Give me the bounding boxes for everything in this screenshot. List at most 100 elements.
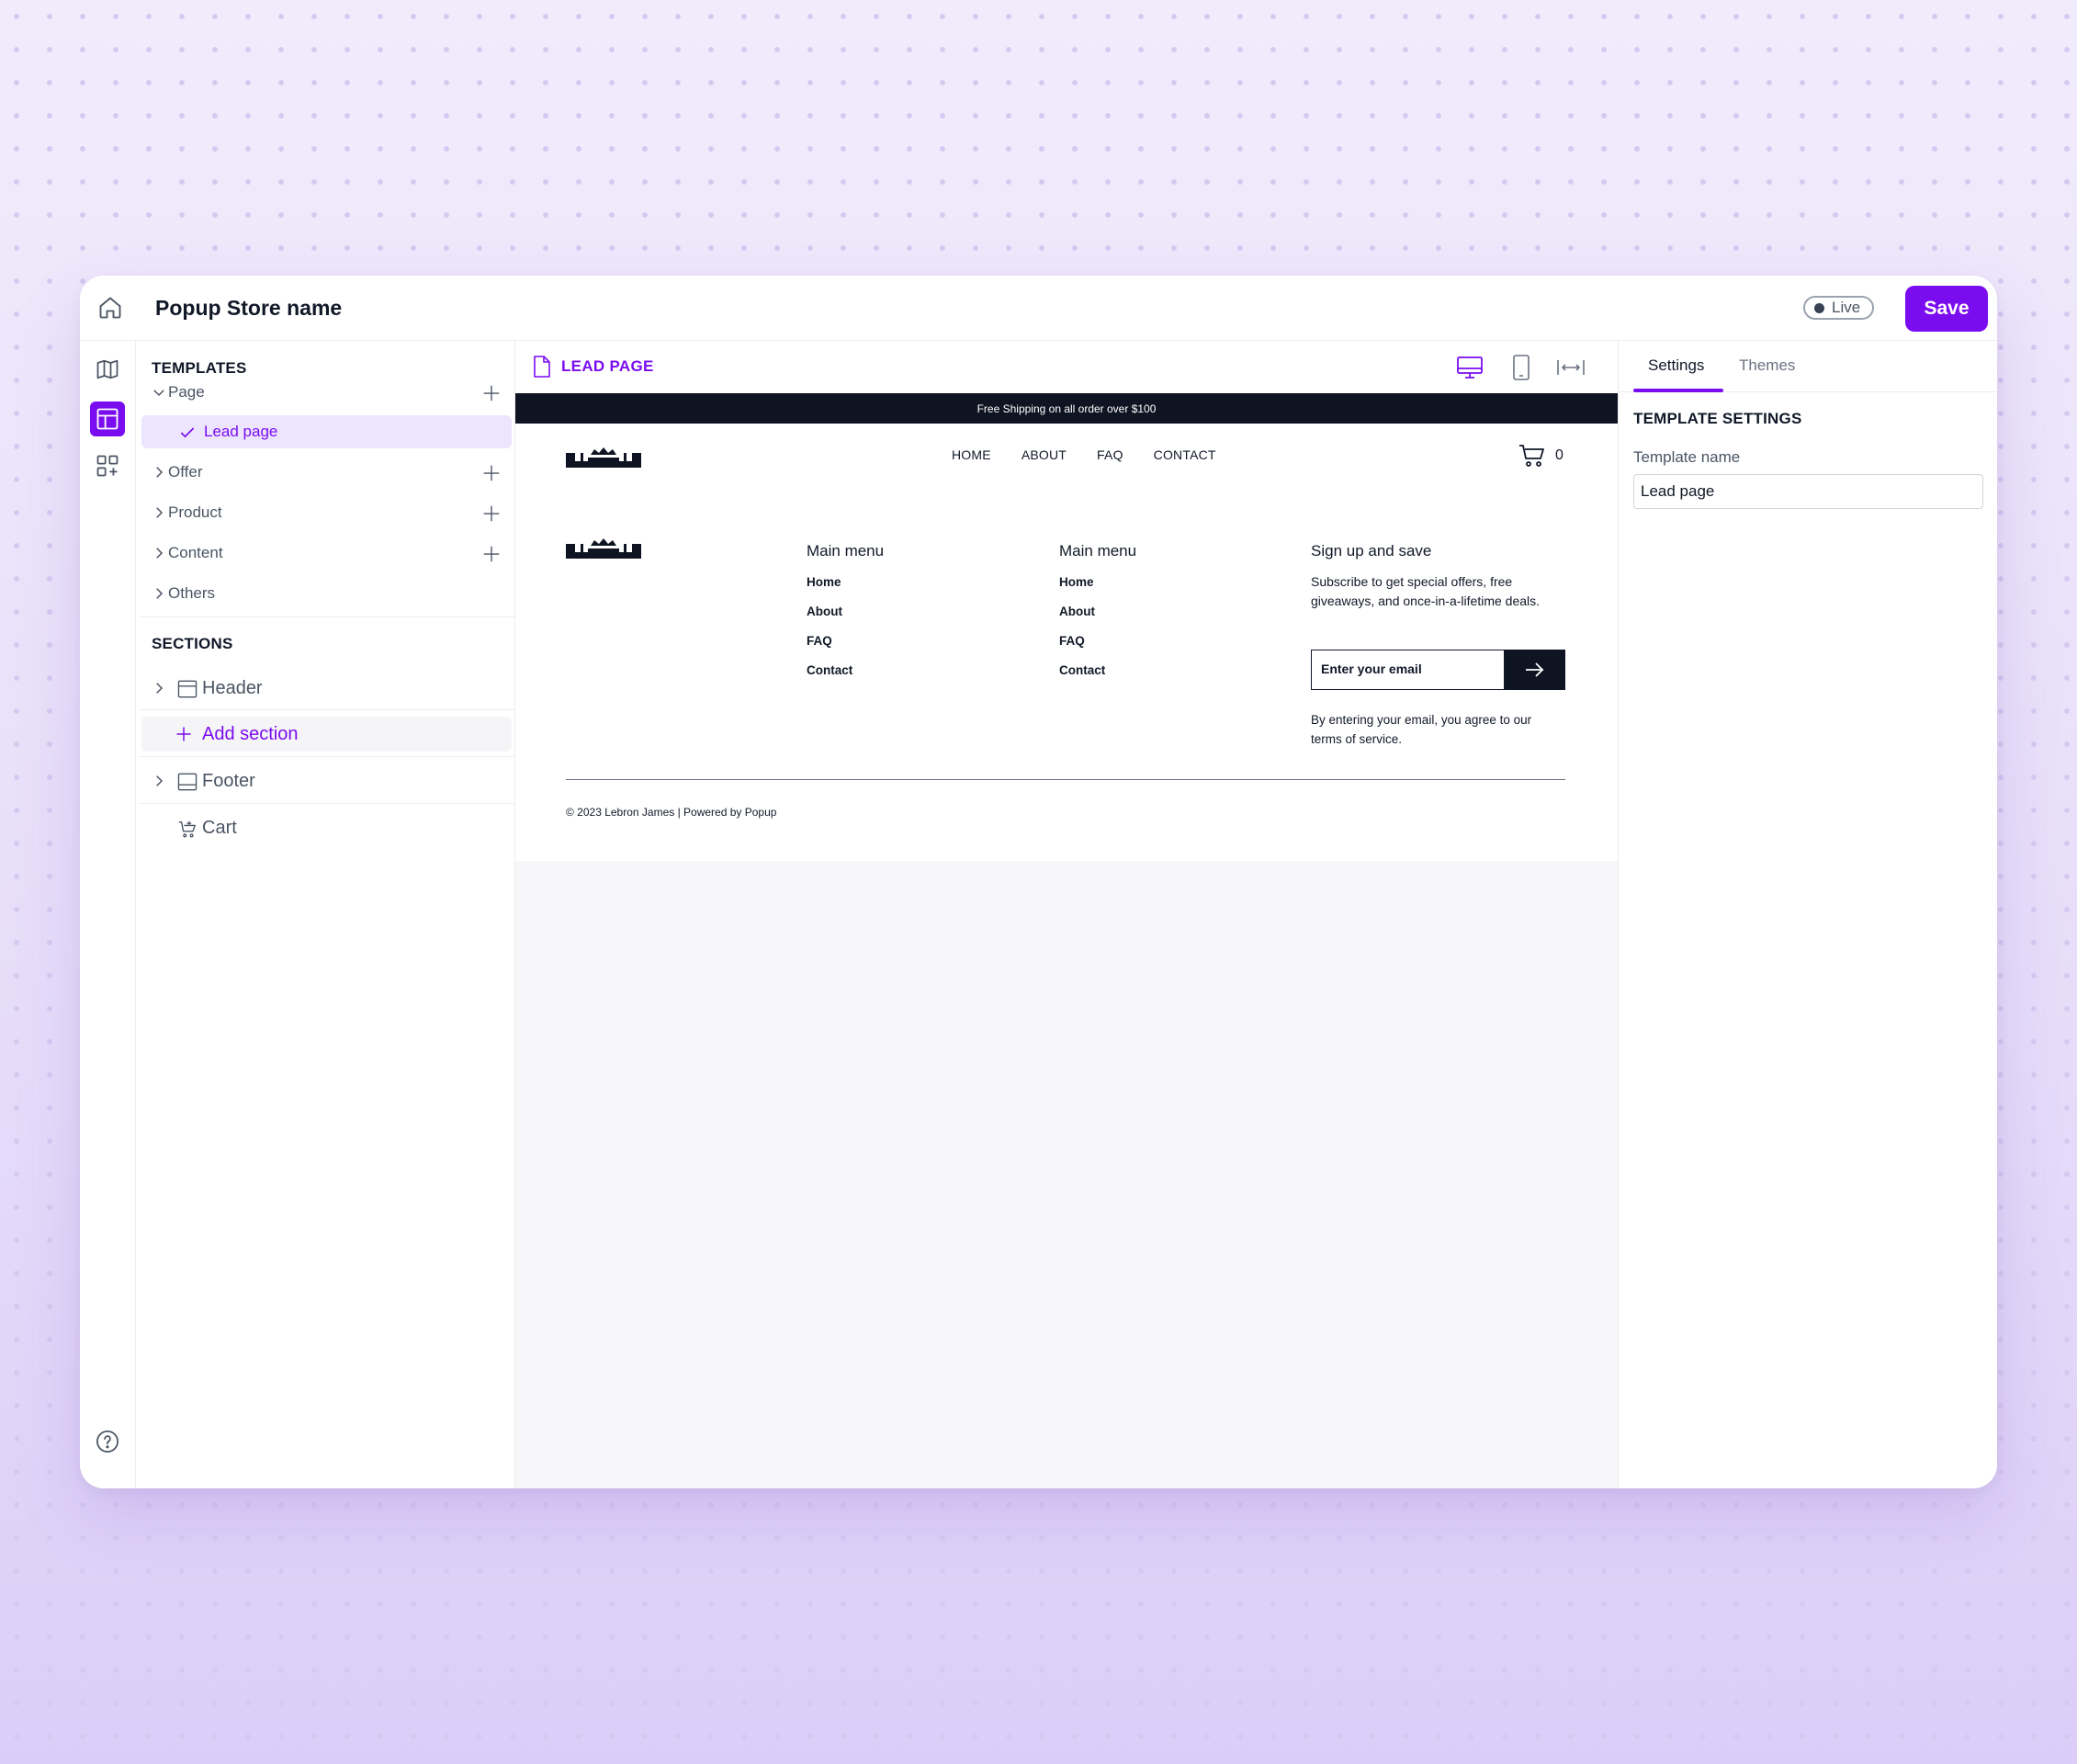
footer-link-contact[interactable]: Contact: [1059, 663, 1105, 677]
template-item-lead-page[interactable]: Lead page: [141, 415, 512, 448]
brand-logo[interactable]: [566, 447, 641, 469]
structure-panel: TEMPLATES Page Lead page Offer Product C…: [136, 341, 515, 1488]
nav-link-home[interactable]: HOME: [952, 447, 991, 462]
section-item-label: Footer: [202, 770, 255, 791]
section-divider: [140, 709, 514, 710]
map-icon: [96, 359, 119, 379]
active-tab-indicator: [1633, 389, 1723, 392]
templates-heading: TEMPLATES: [152, 359, 247, 377]
page-preview: Free Shipping on all order over $100 HOM…: [515, 393, 1618, 861]
layout-icon: [96, 408, 119, 430]
add-section-label: Add section: [202, 723, 299, 744]
plus-icon[interactable]: [481, 503, 502, 524]
plus-icon[interactable]: [481, 544, 502, 564]
rail-map-button[interactable]: [90, 352, 125, 387]
chevron-right-icon[interactable]: [151, 464, 167, 481]
help-icon: [96, 1430, 119, 1453]
nav-link-contact[interactable]: CONTACT: [1154, 447, 1216, 462]
copyright-text: © 2023 Lebron James | Powered by Popup: [566, 806, 777, 819]
panel-divider: [140, 616, 514, 617]
template-item-label: Lead page: [204, 423, 278, 440]
home-icon: [99, 297, 121, 319]
plus-icon[interactable]: [481, 463, 502, 483]
footer-link-about[interactable]: About: [807, 605, 842, 618]
fit-width-icon: [1557, 360, 1585, 375]
rail-templates-button[interactable]: [90, 401, 125, 436]
help-button[interactable]: [90, 1424, 125, 1459]
canvas-toolbar: LEAD PAGE: [515, 341, 1618, 393]
chevron-right-icon[interactable]: [151, 545, 167, 561]
email-input[interactable]: Enter your email: [1311, 650, 1505, 690]
tab-themes[interactable]: Themes: [1739, 356, 1795, 375]
cart-button[interactable]: 0: [1518, 443, 1563, 469]
section-item-cart[interactable]: Cart: [141, 810, 512, 845]
desktop-icon: [1457, 356, 1483, 379]
footer-logo[interactable]: [566, 537, 641, 560]
live-status-toggle[interactable]: Live: [1803, 296, 1874, 320]
store-title: Popup Store name: [155, 296, 343, 320]
desktop-view-button[interactable]: [1454, 352, 1485, 383]
signup-heading: Sign up and save: [1311, 542, 1432, 560]
settings-panel: Settings Themes TEMPLATE SETTINGS Templa…: [1618, 341, 1997, 1488]
footer-link-home[interactable]: Home: [1059, 575, 1094, 589]
section-divider: [140, 756, 514, 757]
email-submit-button[interactable]: [1505, 650, 1565, 690]
chevron-right-icon[interactable]: [151, 773, 167, 789]
plus-icon[interactable]: [481, 383, 502, 403]
footer-menu-heading: Main menu: [1059, 542, 1137, 560]
cart-icon: [1519, 445, 1544, 467]
arrow-right-icon: [1526, 662, 1544, 677]
rail-apps-button[interactable]: [90, 448, 125, 483]
nav-link-faq[interactable]: FAQ: [1097, 447, 1123, 462]
template-item-offer[interactable]: Offer: [141, 456, 512, 489]
section-block-icon: [177, 680, 198, 698]
live-status-label: Live: [1832, 299, 1861, 316]
status-dot-icon: [1814, 302, 1824, 313]
chevron-right-icon[interactable]: [151, 504, 167, 521]
chevron-right-icon[interactable]: [151, 585, 167, 602]
chevron-right-icon[interactable]: [151, 680, 167, 696]
section-item-footer[interactable]: Footer: [141, 763, 512, 798]
template-item-content[interactable]: Content: [141, 537, 512, 570]
template-settings-heading: TEMPLATE SETTINGS: [1633, 410, 1802, 427]
home-button[interactable]: [93, 290, 128, 325]
cart-add-icon: [178, 820, 196, 838]
footer-link-home[interactable]: Home: [807, 575, 841, 589]
store-header: HOME ABOUT FAQ CONTACT 0: [515, 424, 1618, 488]
fit-width-button[interactable]: [1555, 352, 1586, 383]
sections-heading: SECTIONS: [152, 635, 233, 652]
apps-add-icon: [96, 455, 119, 477]
section-block-icon: [177, 773, 198, 791]
tab-settings[interactable]: Settings: [1648, 356, 1704, 375]
footer-divider: [566, 779, 1565, 780]
footer-link-faq[interactable]: FAQ: [1059, 634, 1085, 648]
canvas-title: LEAD PAGE: [561, 357, 654, 375]
top-bar: Popup Store name Live Save: [80, 276, 1997, 341]
add-section-button[interactable]: Add section: [141, 717, 512, 752]
template-name-field[interactable]: Lead page: [1633, 474, 1983, 509]
template-item-label: Others: [168, 584, 216, 602]
template-item-label: Page: [168, 383, 205, 401]
section-item-header[interactable]: Header: [141, 671, 512, 706]
template-item-product[interactable]: Product: [141, 496, 512, 529]
template-item-page[interactable]: Page: [141, 376, 512, 409]
signup-description: Subscribe to get special offers, free gi…: [1311, 574, 1541, 608]
announcement-bar: Free Shipping on all order over $100: [515, 393, 1618, 424]
chevron-down-icon[interactable]: [151, 384, 167, 401]
editor-window: Popup Store name Live Save TEMPLATES Pag…: [80, 276, 1997, 1488]
cart-count: 0: [1555, 447, 1563, 463]
document-icon: [534, 356, 550, 378]
mobile-view-button[interactable]: [1506, 352, 1537, 383]
left-rail: [80, 341, 136, 1488]
footer-link-about[interactable]: About: [1059, 605, 1095, 618]
section-item-label: Cart: [202, 817, 237, 838]
nav-link-about[interactable]: ABOUT: [1022, 447, 1067, 462]
template-name-label: Template name: [1633, 448, 1741, 466]
footer-menu-heading: Main menu: [807, 542, 885, 560]
footer-link-faq[interactable]: FAQ: [807, 634, 832, 648]
store-nav: HOME ABOUT FAQ CONTACT: [952, 447, 1247, 462]
template-item-others[interactable]: Others: [141, 577, 512, 610]
footer-link-contact[interactable]: Contact: [807, 663, 852, 677]
template-item-label: Content: [168, 544, 223, 561]
save-button[interactable]: Save: [1905, 286, 1988, 332]
